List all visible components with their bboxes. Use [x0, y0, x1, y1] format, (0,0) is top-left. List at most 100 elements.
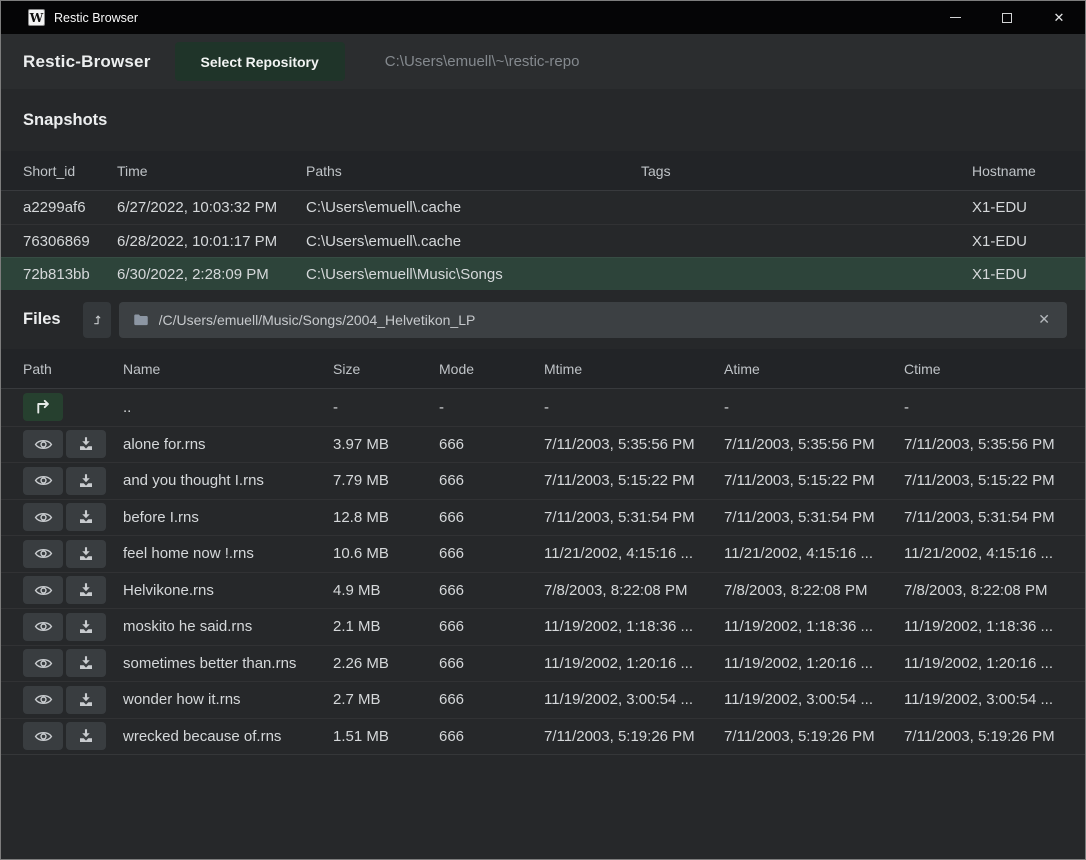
minimize-button[interactable] [929, 1, 981, 34]
file-actions [23, 503, 123, 531]
file-actions [23, 613, 123, 641]
go-parent-button[interactable] [23, 393, 63, 421]
file-mtime: 7/8/2003, 8:22:08 PM [544, 582, 724, 599]
path-input[interactable] [159, 312, 1026, 328]
file-mtime: 11/19/2002, 1:18:36 ... [544, 618, 724, 635]
snapshot-paths: C:\Users\emuell\.cache [306, 233, 641, 250]
file-mtime: 11/19/2002, 1:20:16 ... [544, 655, 724, 672]
preview-button[interactable] [23, 430, 63, 458]
file-mtime: 7/11/2003, 5:15:22 PM [544, 472, 724, 489]
preview-button[interactable] [23, 613, 63, 641]
file-size: 3.97 MB [333, 436, 439, 453]
titlebar[interactable]: W Restic Browser ✕ [1, 1, 1085, 34]
file-name: moskito he said.rns [123, 618, 333, 635]
download-icon [77, 691, 95, 709]
file-mtime: 7/11/2003, 5:31:54 PM [544, 509, 724, 526]
preview-button[interactable] [23, 503, 63, 531]
file-name: feel home now !.rns [123, 545, 333, 562]
file-ctime: 7/8/2003, 8:22:08 PM [904, 582, 1067, 599]
file-atime: 7/11/2003, 5:15:22 PM [724, 472, 904, 489]
file-actions [23, 540, 123, 568]
file-row[interactable]: wrecked because of.rns 1.51 MB 666 7/11/… [1, 718, 1085, 755]
files-table: .. - - - - - alone for.rns 3.97 MB 666 7… [1, 389, 1085, 755]
app-window: W Restic Browser ✕ Restic-Browser Select… [0, 0, 1086, 860]
download-icon [77, 472, 95, 490]
file-size: 7.79 MB [333, 472, 439, 489]
download-button[interactable] [66, 576, 106, 604]
download-button[interactable] [66, 467, 106, 495]
select-repository-button[interactable]: Select Repository [175, 42, 345, 81]
file-row[interactable]: alone for.rns 3.97 MB 666 7/11/2003, 5:3… [1, 426, 1085, 463]
download-button[interactable] [66, 686, 106, 714]
eye-icon [34, 471, 53, 490]
up-level-button[interactable] [83, 302, 111, 338]
preview-button[interactable] [23, 722, 63, 750]
toolbar: Restic-Browser Select Repository C:\User… [1, 34, 1085, 89]
file-ctime: 11/21/2002, 4:15:16 ... [904, 545, 1067, 562]
column-header-tags: Tags [641, 163, 972, 179]
close-icon: ✕ [1054, 11, 1065, 24]
file-row[interactable]: moskito he said.rns 2.1 MB 666 11/19/200… [1, 608, 1085, 645]
file-size: 10.6 MB [333, 545, 439, 562]
column-header-hostname: Hostname [972, 163, 1067, 179]
file-name: and you thought I.rns [123, 472, 333, 489]
eye-icon [34, 727, 53, 746]
download-button[interactable] [66, 540, 106, 568]
file-name: .. [123, 399, 333, 416]
snapshot-row[interactable]: a2299af6 6/27/2022, 10:03:32 PM C:\Users… [1, 191, 1085, 224]
download-button[interactable] [66, 649, 106, 677]
parent-directory-row[interactable]: .. - - - - - [1, 389, 1085, 426]
download-button[interactable] [66, 613, 106, 641]
repository-path: C:\Users\emuell\~\restic-repo [385, 53, 580, 70]
eye-icon [34, 690, 53, 709]
column-header-atime: Atime [724, 361, 904, 377]
file-ctime: 7/11/2003, 5:19:26 PM [904, 728, 1067, 745]
file-row[interactable]: sometimes better than.rns 2.26 MB 666 11… [1, 645, 1085, 682]
snapshot-short-id: 72b813bb [23, 266, 117, 283]
file-mode: - [439, 399, 544, 416]
file-row[interactable]: Helvikone.rns 4.9 MB 666 7/8/2003, 8:22:… [1, 572, 1085, 609]
download-icon [77, 545, 95, 563]
maximize-button[interactable] [981, 1, 1033, 34]
snapshot-row[interactable]: 76306869 6/28/2022, 10:01:17 PM C:\Users… [1, 224, 1085, 257]
file-actions [23, 430, 123, 458]
snapshot-time: 6/30/2022, 2:28:09 PM [117, 266, 306, 283]
close-button[interactable]: ✕ [1033, 1, 1085, 34]
file-ctime: 11/19/2002, 1:18:36 ... [904, 618, 1067, 635]
file-mode: 666 [439, 655, 544, 672]
download-button[interactable] [66, 430, 106, 458]
download-icon [77, 727, 95, 745]
arrow-up-right-icon [31, 395, 55, 419]
column-header-short-id: Short_id [23, 163, 117, 179]
snapshots-heading: Snapshots [23, 111, 107, 130]
preview-button[interactable] [23, 649, 63, 677]
file-row[interactable]: wonder how it.rns 2.7 MB 666 11/19/2002,… [1, 681, 1085, 718]
file-name: alone for.rns [123, 436, 333, 453]
download-button[interactable] [66, 722, 106, 750]
file-size: 2.1 MB [333, 618, 439, 635]
file-row[interactable]: and you thought I.rns 7.79 MB 666 7/11/2… [1, 462, 1085, 499]
clear-path-icon[interactable]: ✕ [1034, 309, 1054, 330]
file-mtime: 7/11/2003, 5:35:56 PM [544, 436, 724, 453]
preview-button[interactable] [23, 467, 63, 495]
preview-button[interactable] [23, 576, 63, 604]
eye-icon [34, 617, 53, 636]
preview-button[interactable] [23, 686, 63, 714]
file-row[interactable]: before I.rns 12.8 MB 666 7/11/2003, 5:31… [1, 499, 1085, 536]
snapshot-hostname: X1-EDU [972, 233, 1067, 250]
file-ctime: - [904, 399, 1067, 416]
file-row[interactable]: feel home now !.rns 10.6 MB 666 11/21/20… [1, 535, 1085, 572]
download-icon [77, 618, 95, 636]
download-button[interactable] [66, 503, 106, 531]
file-actions [23, 686, 123, 714]
download-icon [77, 435, 95, 453]
file-mtime: 11/19/2002, 3:00:54 ... [544, 691, 724, 708]
titlebar-left: W Restic Browser [1, 9, 138, 26]
file-actions [23, 722, 123, 750]
preview-button[interactable] [23, 540, 63, 568]
column-header-mtime: Mtime [544, 361, 724, 377]
minimize-icon [950, 17, 961, 18]
file-atime: 11/19/2002, 3:00:54 ... [724, 691, 904, 708]
file-name: Helvikone.rns [123, 582, 333, 599]
snapshot-row-selected[interactable]: 72b813bb 6/30/2022, 2:28:09 PM C:\Users\… [1, 257, 1085, 290]
